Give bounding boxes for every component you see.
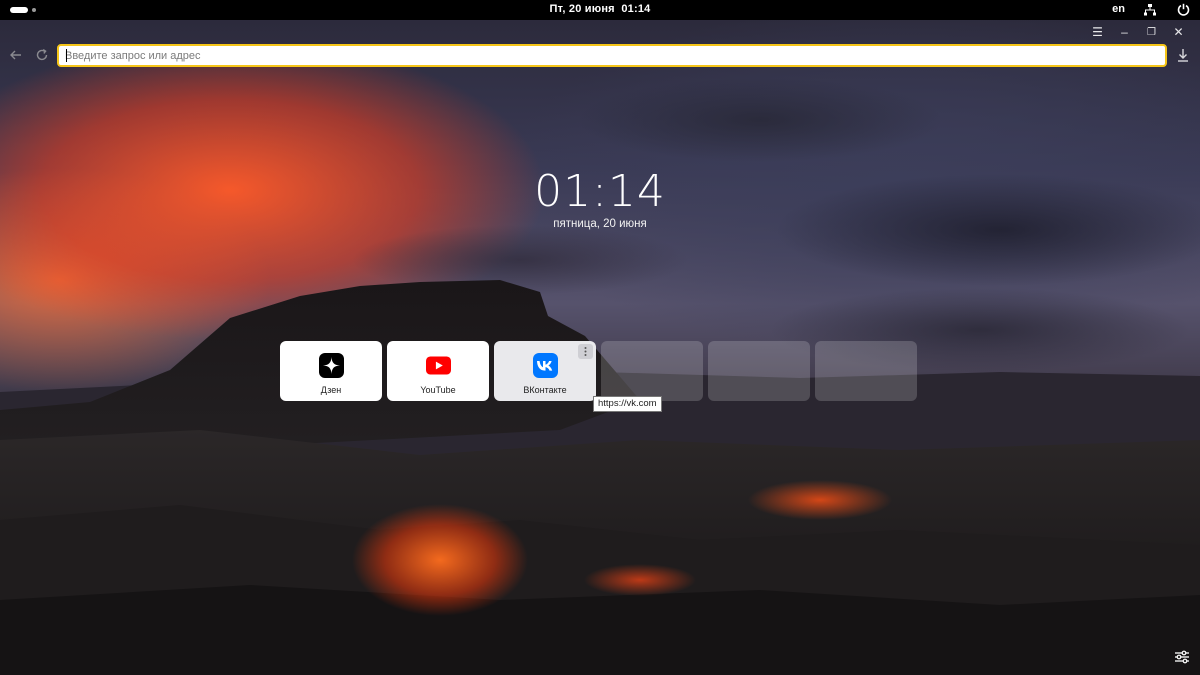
restore-icon: ❐: [1147, 26, 1156, 38]
tile-empty[interactable]: [601, 341, 703, 401]
power-icon[interactable]: [1177, 3, 1190, 16]
newtab-date: пятница, 20 июня: [553, 218, 647, 230]
youtube-icon: [425, 353, 451, 378]
window-controls: ☰ ‒ ❐ ✕: [1084, 22, 1192, 42]
wallpaper: [0, 0, 1200, 675]
menu-icon: ☰: [1092, 25, 1103, 39]
address-bar[interactable]: [57, 44, 1167, 67]
keyboard-layout-indicator[interactable]: en: [1112, 3, 1125, 15]
network-icon[interactable]: [1144, 4, 1156, 16]
tile-youtube[interactable]: YouTube: [387, 341, 489, 401]
wallpaper-lava-glow: [0, 0, 1200, 675]
tile-vkontakte[interactable]: ВКонтакте: [494, 341, 596, 401]
browser-menu-button[interactable]: ☰: [1084, 22, 1111, 42]
text-caret: [66, 49, 67, 62]
download-icon[interactable]: [1176, 47, 1190, 63]
minimize-icon: ‒: [1121, 25, 1128, 39]
minimize-button[interactable]: ‒: [1111, 22, 1138, 42]
close-button[interactable]: ✕: [1165, 22, 1192, 42]
newtab-clock: 01:14: [534, 166, 666, 217]
dzen-icon: [318, 353, 344, 378]
tile-label: Дзен: [320, 385, 342, 395]
system-date: Пт, 20 июня: [549, 3, 615, 15]
speed-dial: Дзен YouTube ВКонтакте: [280, 341, 917, 401]
restore-button[interactable]: ❐: [1138, 22, 1165, 42]
system-clock[interactable]: Пт, 20 июня 01:14: [0, 3, 1200, 15]
tile-dzen[interactable]: Дзен: [280, 341, 382, 401]
address-input[interactable]: [59, 46, 1165, 66]
more-vertical-icon: [584, 347, 587, 356]
tile-empty[interactable]: [708, 341, 810, 401]
tile-empty[interactable]: [815, 341, 917, 401]
tile-label: ВКонтакте: [523, 385, 567, 395]
close-icon: ✕: [1173, 25, 1184, 39]
customize-settings-icon[interactable]: [1174, 649, 1190, 665]
reload-icon[interactable]: [34, 47, 50, 63]
tile-options-button[interactable]: [578, 344, 593, 359]
back-arrow-icon[interactable]: [8, 47, 24, 63]
tile-label: YouTube: [420, 385, 456, 395]
system-top-bar: Пт, 20 июня 01:14 en: [0, 0, 1200, 20]
vk-icon: [532, 353, 558, 378]
system-time: 01:14: [621, 3, 651, 15]
url-tooltip: https://vk.com: [593, 396, 662, 412]
